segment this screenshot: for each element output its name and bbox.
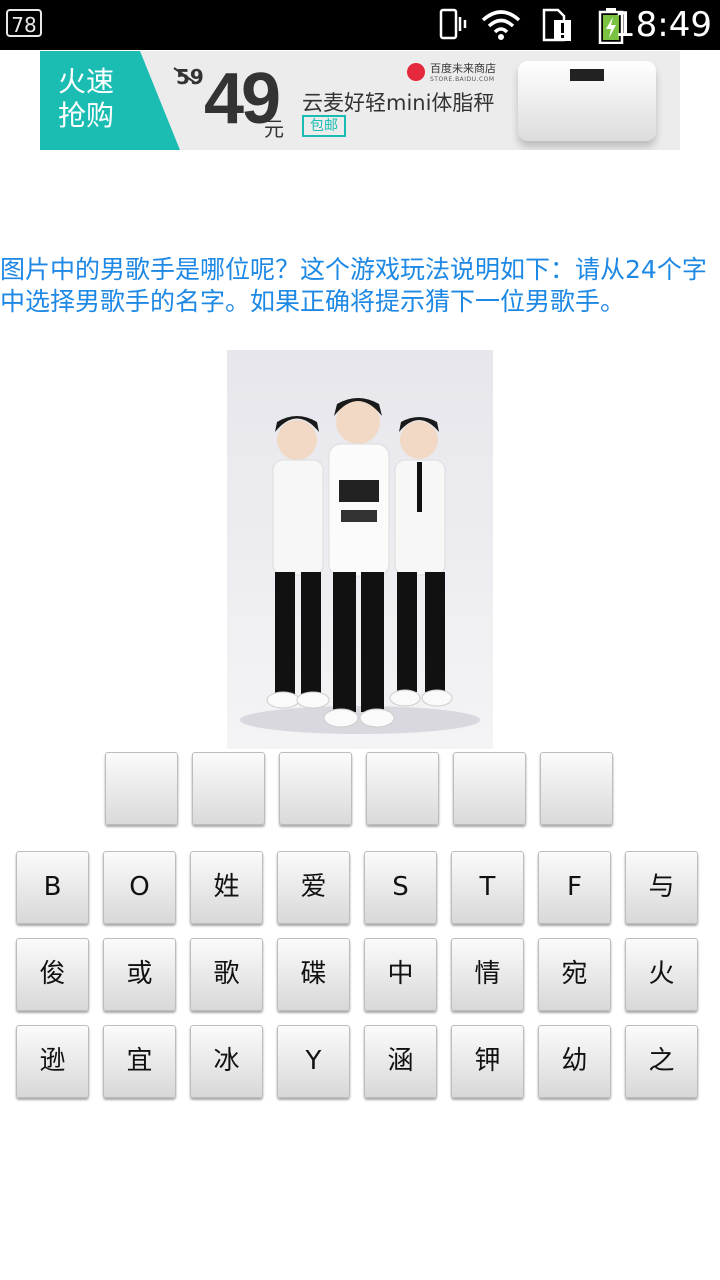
- character-key[interactable]: F: [538, 851, 611, 924]
- ad-store-url: STORE.BAIDU.COM: [430, 76, 495, 83]
- scale-display: [570, 69, 604, 81]
- character-key[interactable]: S: [364, 851, 437, 924]
- character-key[interactable]: 俊: [16, 938, 89, 1011]
- character-key[interactable]: 与: [625, 851, 698, 924]
- answer-slot-1[interactable]: [105, 752, 178, 825]
- ad-store-name: 百度未来商店: [430, 62, 496, 75]
- keyboard-row-2: 俊 或 歌 碟 中 情 宛 火: [16, 938, 706, 1011]
- character-key[interactable]: 中: [364, 938, 437, 1011]
- ad-free-shipping-badge: 包邮: [302, 115, 346, 137]
- question-text: 图片中的男歌手是哪位呢？这个游戏玩法说明如下：请从24个字中选择男歌手的名字。如…: [0, 255, 707, 316]
- character-key[interactable]: 冰: [190, 1025, 263, 1098]
- character-key[interactable]: 逊: [16, 1025, 89, 1098]
- character-key[interactable]: 姓: [190, 851, 263, 924]
- keyboard-row-3: 逊 宜 冰 Y 涵 钾 幼 之: [16, 1025, 706, 1098]
- scale-product-image: [518, 61, 656, 141]
- answer-slot-4[interactable]: [366, 752, 439, 825]
- status-bar: 78 18:49: [0, 0, 720, 50]
- character-key[interactable]: 之: [625, 1025, 698, 1098]
- character-key[interactable]: 宛: [538, 938, 611, 1011]
- character-key[interactable]: O: [103, 851, 176, 924]
- keyboard-row-1: B O 姓 爱 S T F 与: [16, 851, 706, 924]
- answer-slots: [105, 752, 613, 825]
- character-key[interactable]: Y: [277, 1025, 350, 1098]
- answer-slot-6[interactable]: [540, 752, 613, 825]
- wifi-icon: [481, 10, 521, 40]
- character-key[interactable]: 钾: [451, 1025, 524, 1098]
- answer-slot-5[interactable]: [453, 752, 526, 825]
- character-keyboard: B O 姓 爱 S T F 与 俊 或 歌 碟 中 情 宛 火 逊 宜 冰 Y …: [16, 851, 706, 1112]
- ad-slogan: 火速抢购: [58, 65, 115, 132]
- character-key[interactable]: 歌: [190, 938, 263, 1011]
- character-key[interactable]: 涵: [364, 1025, 437, 1098]
- singer-photo: [227, 350, 493, 749]
- character-key[interactable]: 火: [625, 938, 698, 1011]
- character-key[interactable]: 爱: [277, 851, 350, 924]
- sim-alert-icon: [542, 8, 571, 42]
- ad-price-unit: 元: [264, 117, 284, 141]
- character-key[interactable]: 情: [451, 938, 524, 1011]
- store-logo-icon: [407, 63, 425, 81]
- character-key[interactable]: 宜: [103, 1025, 176, 1098]
- ad-banner[interactable]: 火速抢购 59 49 元 百度未来商店 STORE.BAIDU.COM 云麦好轻…: [40, 51, 680, 150]
- character-key[interactable]: T: [451, 851, 524, 924]
- character-key[interactable]: 幼: [538, 1025, 611, 1098]
- vibrate-icon: [439, 8, 467, 40]
- ad-product-name: 云麦好轻mini体脂秤: [302, 91, 495, 115]
- answer-slot-3[interactable]: [279, 752, 352, 825]
- singer-photo-illustration: [240, 398, 480, 734]
- character-key[interactable]: 或: [103, 938, 176, 1011]
- answer-slot-2[interactable]: [192, 752, 265, 825]
- character-key[interactable]: B: [16, 851, 89, 924]
- notification-badge: 78: [6, 9, 42, 37]
- clock: 18:49: [614, 5, 712, 45]
- character-key[interactable]: 碟: [277, 938, 350, 1011]
